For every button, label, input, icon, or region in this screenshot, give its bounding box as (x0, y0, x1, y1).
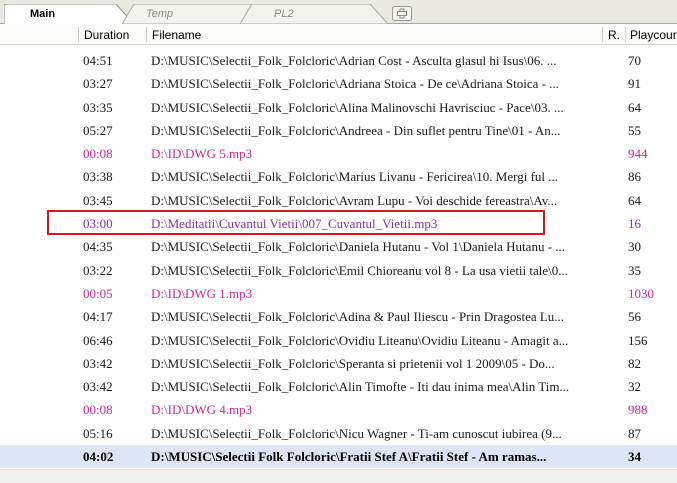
row-duration: 00:08 (83, 146, 113, 162)
column-header: Duration Filename R. Playcour (0, 24, 677, 45)
row-filename: D:\MUSIC\Selectii Folk Folcloric\Fratii … (151, 449, 547, 465)
row-duration: 03:38 (83, 169, 113, 185)
row-playcount: 1030 (628, 285, 654, 301)
row-playcount: 55 (628, 122, 641, 138)
playlist-row-jingle[interactable]: 00:05 D:\ID\DWG 1.mp3 1030 (0, 282, 677, 305)
column-header-filename[interactable]: Filename (152, 24, 592, 44)
row-duration: 03:27 (83, 76, 113, 92)
horizontal-scrollbar[interactable] (0, 469, 677, 483)
playlist-row-jingle[interactable]: 00:08 D:\ID\DWG 5.mp3 944 (0, 142, 677, 165)
column-header-rating[interactable]: R. (608, 24, 624, 44)
playlist-row[interactable]: 03:42 D:\MUSIC\Selectii_Folk_Folcloric\S… (0, 352, 677, 375)
row-playcount: 156 (628, 332, 648, 348)
row-duration: 03:42 (83, 355, 113, 371)
row-duration: 03:35 (83, 99, 113, 115)
row-playcount: 64 (628, 192, 641, 208)
column-separator[interactable] (146, 27, 147, 42)
row-filename: D:\ID\DWG 5.mp3 (151, 146, 253, 162)
playlist-row[interactable]: 03:45 D:\MUSIC\Selectii_Folk_Folcloric\A… (0, 189, 677, 212)
row-duration: 06:46 (83, 332, 113, 348)
row-filename: D:\MUSIC\Selectii_Folk_Folcloric\Alina M… (151, 99, 564, 115)
row-duration: 00:08 (83, 402, 113, 418)
row-filename: D:\MUSIC\Selectii_Folk_Folcloric\Adrian … (151, 53, 557, 68)
row-playcount: 988 (628, 402, 648, 418)
row-filename: D:\MUSIC\Selectii_Folk_Folcloric\Ovidiu … (151, 332, 569, 348)
add-tab-button[interactable] (392, 6, 412, 21)
row-filename: D:\MUSIC\Selectii_Folk_Folcloric\Avram L… (151, 192, 558, 208)
row-duration: 03:22 (83, 262, 113, 278)
playlist-row[interactable]: 05:27 D:\MUSIC\Selectii_Folk_Folcloric\A… (0, 119, 677, 142)
column-header-playcount[interactable]: Playcour (630, 24, 677, 44)
row-filename: D:\MUSIC\Selectii_Folk_Folcloric\Andreea… (151, 122, 561, 138)
row-filename: D:\MUSIC\Selectii_Folk_Folcloric\Emil Ch… (151, 262, 569, 278)
playlist-row[interactable]: 04:35 D:\MUSIC\Selectii_Folk_Folcloric\D… (0, 235, 677, 258)
column-separator[interactable] (625, 27, 626, 42)
row-duration: 05:16 (83, 425, 113, 441)
row-playcount: 70 (628, 53, 641, 68)
row-playcount: 30 (628, 239, 641, 255)
column-header-duration[interactable]: Duration (84, 24, 144, 44)
tab-temp-label: Temp (146, 8, 174, 20)
row-filename: D:\MUSIC\Selectii_Folk_Folcloric\Alin Ti… (151, 379, 570, 395)
playlist-row[interactable]: 04:17 D:\MUSIC\Selectii_Folk_Folcloric\A… (0, 305, 677, 328)
row-duration: 00:05 (83, 285, 113, 301)
row-duration: 04:35 (83, 239, 113, 255)
tab-pl2-label: PL2 (274, 8, 294, 20)
playlist-row[interactable]: 03:38 D:\MUSIC\Selectii_Folk_Folcloric\M… (0, 165, 677, 188)
row-playcount: 82 (628, 355, 641, 371)
row-filename: D:\MUSIC\Selectii_Folk_Folcloric\Nicu Wa… (151, 425, 562, 441)
playlist-tab-bar: Main Temp PL2 (0, 0, 677, 24)
row-playcount: 64 (628, 99, 641, 115)
row-duration: 05:27 (83, 122, 113, 138)
playlist-row[interactable]: 03:35 D:\MUSIC\Selectii_Folk_Folcloric\A… (0, 96, 677, 119)
row-playcount: 32 (628, 379, 641, 395)
row-filename: D:\MUSIC\Selectii_Folk_Folcloric\Sperant… (151, 355, 555, 371)
row-filename: D:\ID\DWG 4.mp3 (151, 402, 253, 418)
tab-pl2[interactable]: PL2 (240, 4, 390, 24)
row-playcount: 86 (628, 169, 641, 185)
playlist-row[interactable]: 03:42 D:\MUSIC\Selectii_Folk_Folcloric\A… (0, 375, 677, 398)
row-duration: 03:42 (83, 379, 113, 395)
row-filename: D:\MUSIC\Selectii_Folk_Folcloric\Adriana… (151, 76, 559, 92)
row-playcount: 944 (628, 146, 648, 162)
playlist-row[interactable]: 03:22 D:\MUSIC\Selectii_Folk_Folcloric\E… (0, 259, 677, 282)
row-playcount: 91 (628, 76, 641, 92)
playlist-row-selected[interactable]: 04:02 D:\MUSIC\Selectii Folk Folcloric\F… (0, 445, 677, 469)
highlight-annotation-box (47, 210, 545, 235)
row-playcount: 35 (628, 262, 641, 278)
row-duration: 03:45 (83, 192, 113, 208)
row-playcount: 56 (628, 309, 641, 325)
playlist-row-jingle[interactable]: 00:08 D:\ID\DWG 4.mp3 988 (0, 398, 677, 421)
playlist-row[interactable]: 04:51 D:\MUSIC\Selectii_Folk_Folcloric\A… (0, 49, 677, 72)
row-filename: D:\MUSIC\Selectii_Folk_Folcloric\Adina &… (151, 309, 565, 325)
playlist-row[interactable]: 05:16 D:\MUSIC\Selectii_Folk_Folcloric\N… (0, 422, 677, 445)
row-duration: 04:51 (83, 53, 113, 68)
tab-main[interactable]: Main (4, 4, 134, 24)
row-duration: 04:02 (83, 449, 114, 465)
playlist-row[interactable]: 03:27 D:\MUSIC\Selectii_Folk_Folcloric\A… (0, 72, 677, 95)
row-duration: 04:17 (83, 309, 113, 325)
row-playcount: 87 (628, 425, 641, 441)
row-filename: D:\MUSIC\Selectii_Folk_Folcloric\Marius … (151, 169, 559, 185)
row-filename: D:\ID\DWG 1.mp3 (151, 285, 253, 301)
row-playcount: 34 (628, 449, 641, 465)
tab-main-label: Main (30, 8, 56, 20)
playlist: 04:51 D:\MUSIC\Selectii_Folk_Folcloric\A… (0, 49, 677, 469)
row-filename: D:\MUSIC\Selectii_Folk_Folcloric\Daniela… (151, 239, 566, 255)
row-playcount: 16 (628, 216, 641, 232)
playlist-row[interactable]: 06:46 D:\MUSIC\Selectii_Folk_Folcloric\O… (0, 329, 677, 352)
column-separator[interactable] (78, 27, 79, 42)
column-separator[interactable] (602, 27, 603, 42)
